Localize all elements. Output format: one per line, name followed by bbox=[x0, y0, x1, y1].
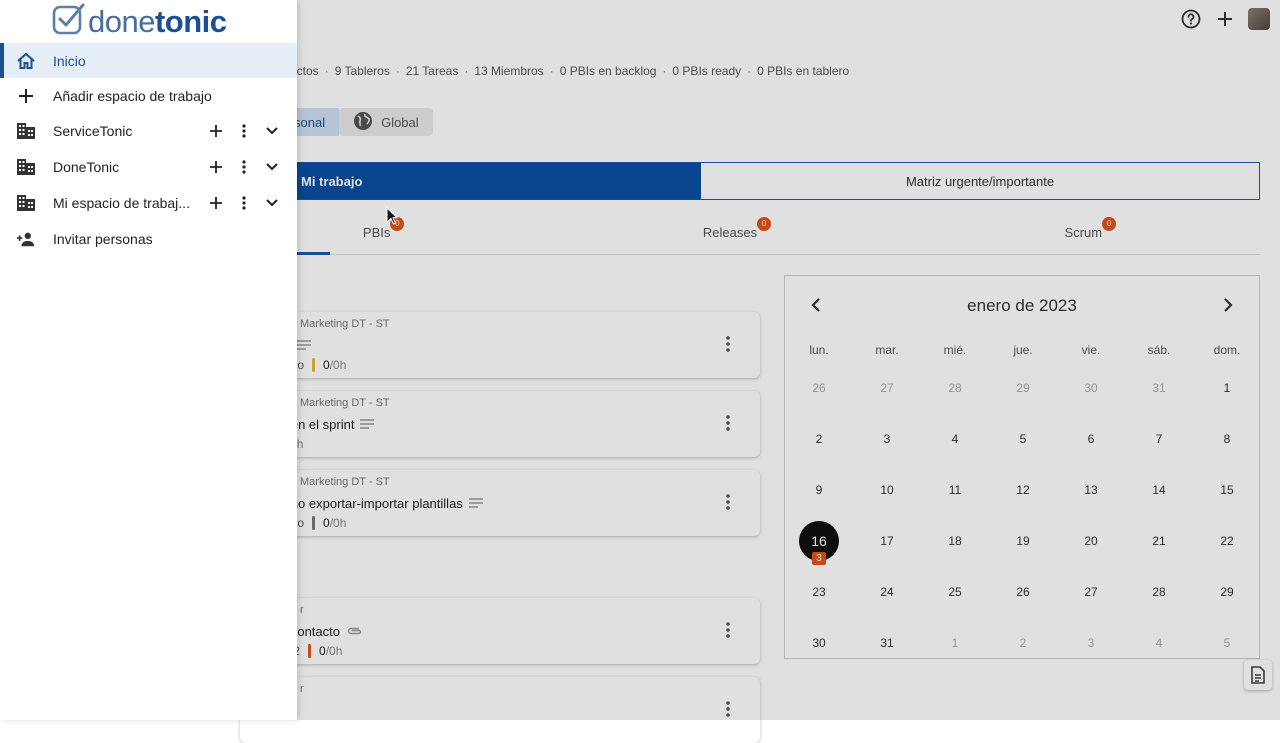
nav-item-label: ServiceTonic bbox=[53, 123, 133, 139]
building-icon bbox=[16, 157, 36, 177]
nav-item-label: Inicio bbox=[53, 52, 86, 69]
logo-text-done: done bbox=[88, 4, 155, 39]
nav-item-label: DoneTonic bbox=[53, 159, 120, 175]
navigation-drawer: donetonic Inicio Añadir espacio de traba… bbox=[0, 0, 297, 720]
nav-item-workspace-mine[interactable]: Mi espacio de trabaj... bbox=[0, 185, 297, 221]
add-icon[interactable] bbox=[207, 158, 225, 176]
chevron-down-icon[interactable] bbox=[263, 158, 281, 176]
building-icon bbox=[16, 121, 36, 141]
more-vert-icon[interactable] bbox=[235, 194, 253, 212]
nav-item-workspace-servicetonic[interactable]: ServiceTonic bbox=[0, 113, 297, 149]
add-icon[interactable] bbox=[207, 122, 225, 140]
home-icon bbox=[16, 51, 36, 71]
add-icon[interactable] bbox=[207, 194, 225, 212]
nav-item-label: Añadir espacio de trabajo bbox=[53, 87, 212, 104]
building-icon bbox=[16, 193, 36, 213]
person-add-icon bbox=[16, 229, 36, 249]
nav-item-home[interactable]: Inicio bbox=[0, 43, 297, 78]
nav-item-workspace-donetonic[interactable]: DoneTonic bbox=[0, 149, 297, 185]
plus-icon bbox=[16, 86, 36, 106]
mouse-cursor-icon bbox=[386, 206, 399, 230]
logo-text-tonic: tonic bbox=[154, 4, 227, 39]
nav-item-invite[interactable]: Invitar personas bbox=[0, 221, 297, 256]
nav-item-label: Invitar personas bbox=[53, 230, 153, 247]
chevron-down-icon[interactable] bbox=[263, 122, 281, 140]
more-vert-icon[interactable] bbox=[235, 158, 253, 176]
more-vert-icon[interactable] bbox=[235, 122, 253, 140]
chevron-down-icon[interactable] bbox=[263, 194, 281, 212]
drawer-nav: Inicio Añadir espacio de trabajo Service… bbox=[0, 43, 297, 256]
brand-logo[interactable]: donetonic bbox=[52, 3, 227, 42]
nav-item-label: Mi espacio de trabaj... bbox=[53, 195, 190, 211]
nav-item-add-workspace[interactable]: Añadir espacio de trabajo bbox=[0, 78, 297, 113]
logo-check-icon bbox=[52, 3, 86, 42]
